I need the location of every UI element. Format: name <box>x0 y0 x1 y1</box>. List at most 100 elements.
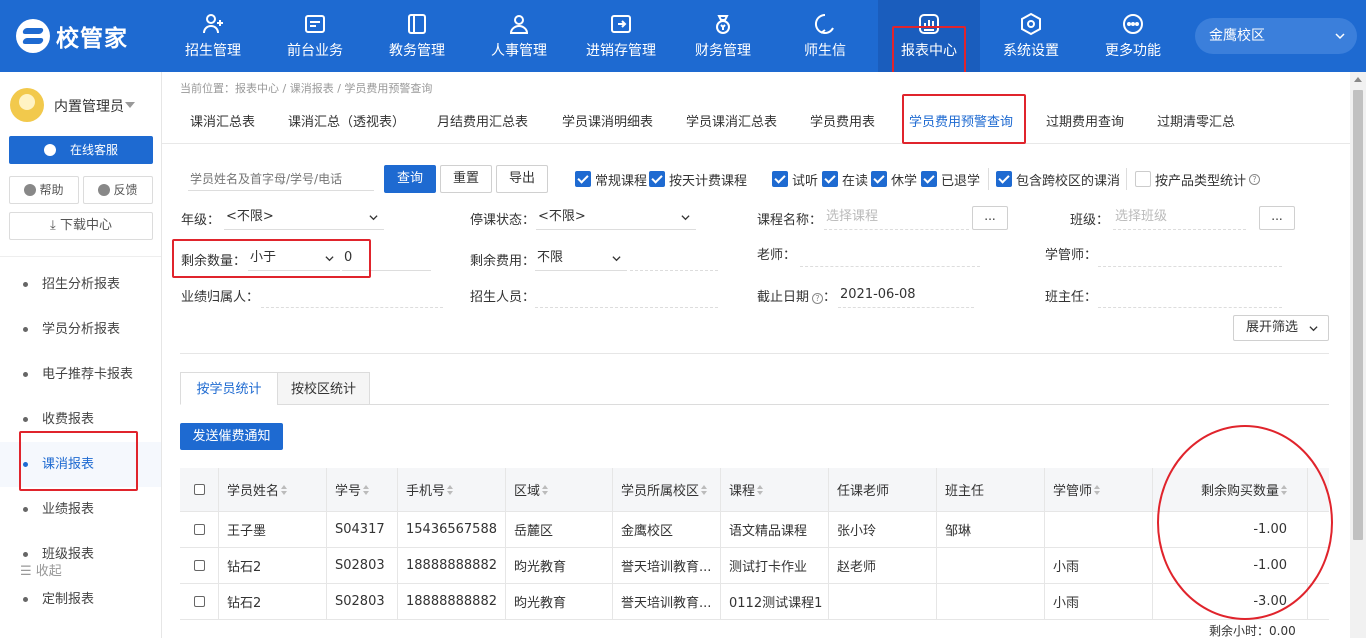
sidebar-item-enrollment-report[interactable]: 招生分析报表 <box>0 262 161 307</box>
caret-down-icon[interactable] <box>125 102 135 108</box>
search-input[interactable] <box>188 167 374 191</box>
header-label: 学号 <box>335 484 362 499</box>
nav-report-center[interactable]: 报表中心 <box>878 0 980 72</box>
user-name[interactable]: 内置管理员 <box>54 96 124 116</box>
table-row[interactable]: 王子墨 S04317 15436567588 岳麓区 金鹰校区 语文精品课程 张… <box>180 512 1329 548</box>
scroll-up-arrow-icon[interactable] <box>1354 77 1362 82</box>
scrollbar-thumb[interactable] <box>1353 90 1363 540</box>
page-scrollbar[interactable] <box>1350 72 1366 638</box>
tab-expired-clear-summary[interactable]: 过期清零汇总 <box>1157 102 1235 144</box>
header-student-name[interactable]: 学员姓名 <box>218 468 326 511</box>
header-remaining-quantity[interactable]: 剩余购买数量 <box>1152 468 1307 511</box>
tab-by-campus[interactable]: 按校区统计 <box>277 372 370 405</box>
nav-inventory[interactable]: 进销存管理 <box>570 0 672 72</box>
head-teacher-field[interactable] <box>1098 282 1282 308</box>
reset-button[interactable]: 重置 <box>440 165 492 193</box>
help-button[interactable]: 帮助 <box>9 176 79 204</box>
checkbox-suspended[interactable]: 休学 <box>871 170 917 189</box>
download-center-button[interactable]: ⤓ 下载中心 <box>9 212 153 240</box>
suspend-status-select[interactable]: <不限> <box>536 204 696 230</box>
sidebar-item-referral-card-report[interactable]: 电子推荐卡报表 <box>0 352 161 397</box>
checkbox-daily-billing[interactable]: 按天计费课程 <box>649 170 747 189</box>
checkbox-by-product-type[interactable]: 按产品类型统计? <box>1135 170 1261 189</box>
remaining-fee-value-field[interactable] <box>630 245 718 271</box>
row-select-cell <box>180 548 218 583</box>
header-student-id[interactable]: 学号 <box>326 468 397 511</box>
nav-messages[interactable]: 师生信 <box>774 0 876 72</box>
tab-by-student[interactable]: 按学员统计 <box>180 372 278 405</box>
remaining-quantity-operator[interactable]: 小于 <box>248 245 340 271</box>
send-payment-reminder-button[interactable]: 发送催费通知 <box>180 423 283 450</box>
nav-hr[interactable]: 人事管理 <box>468 0 570 72</box>
course-picker-button[interactable]: ... <box>972 206 1008 230</box>
checkbox-checked-icon <box>822 171 838 187</box>
class-picker-button[interactable]: ... <box>1259 206 1295 230</box>
performance-owner-field[interactable] <box>261 282 443 308</box>
deadline-date-field[interactable]: 2021-06-08 <box>838 282 974 308</box>
sidebar-item-fee-report[interactable]: 收费报表 <box>0 397 161 442</box>
export-button[interactable]: 导出 <box>496 165 548 193</box>
remaining-quantity-value[interactable]: 0 <box>342 245 431 271</box>
tab-student-fee[interactable]: 学员费用表 <box>810 102 875 144</box>
checkbox-withdrawn[interactable]: 已退学 <box>921 170 980 189</box>
tab-consumption-pivot[interactable]: 课消汇总（透视表） <box>288 102 405 144</box>
sidebar-item-student-report[interactable]: 学员分析报表 <box>0 307 161 352</box>
nav-more[interactable]: 更多功能 <box>1082 0 1184 72</box>
help-icon[interactable]: ? <box>1249 173 1261 185</box>
checkbox-enrolled[interactable]: 在读 <box>822 170 868 189</box>
nav-enrollment[interactable]: 招生管理 <box>162 0 264 72</box>
avatar[interactable] <box>10 88 44 122</box>
row-checkbox[interactable] <box>193 524 205 535</box>
tab-consumption-summary[interactable]: 课消汇总表 <box>190 102 255 144</box>
sidebar-item-consumption-report[interactable]: 课消报表 <box>0 442 161 487</box>
nav-settings[interactable]: 系统设置 <box>980 0 1082 72</box>
cell-remaining-quantity: -1.00 <box>1152 512 1307 547</box>
course-name-field[interactable]: 选择课程 <box>824 204 969 230</box>
sidebar-item-performance-report[interactable]: 业绩报表 <box>0 487 161 532</box>
header-region[interactable]: 区域 <box>505 468 612 511</box>
row-checkbox[interactable] <box>193 596 205 607</box>
tab-student-fee-warning[interactable]: 学员费用预警查询 <box>909 102 1014 144</box>
tab-expired-fee[interactable]: 过期费用查询 <box>1046 102 1124 144</box>
tab-monthly-fee-summary[interactable]: 月结费用汇总表 <box>437 102 528 144</box>
nav-academic[interactable]: 教务管理 <box>366 0 468 72</box>
expand-filter-button[interactable]: 展开筛选 <box>1233 315 1329 341</box>
campus-selector[interactable]: 金鹰校区 <box>1195 18 1357 54</box>
sidebar-item-custom-report[interactable]: 定制报表 <box>0 577 161 622</box>
table-row[interactable]: 钻石2 S02803 18888888882 昀光教育 誉天培训教育... 01… <box>180 584 1329 620</box>
checkbox-checked-icon <box>649 171 665 187</box>
collapse-label: 收起 <box>35 564 62 579</box>
header-course[interactable]: 课程 <box>720 468 828 511</box>
checkbox-cross-campus[interactable]: 包含跨校区的课消 <box>996 170 1120 189</box>
table-summary: 剩余小时：0.00 <box>1209 624 1296 638</box>
feedback-button[interactable]: 反馈 <box>83 176 153 204</box>
header-manager[interactable]: 学管师 <box>1044 468 1152 511</box>
nav-front-desk[interactable]: 前台业务 <box>264 0 366 72</box>
header-phone[interactable]: 手机号 <box>397 468 505 511</box>
teacher-field[interactable] <box>800 241 980 267</box>
table-row[interactable]: 钻石2 S02803 18888888882 昀光教育 誉天培训教育... 测试… <box>180 548 1329 584</box>
nav-finance[interactable]: 财务管理 <box>672 0 774 72</box>
checkbox-regular-course[interactable]: 常规课程 <box>575 170 647 189</box>
cell-student-name: 钻石2 <box>218 548 326 583</box>
grade-select[interactable]: <不限> <box>224 204 384 230</box>
query-button[interactable]: 查询 <box>384 165 436 193</box>
main-content: 当前位置：报表中心 / 课消报表 / 学员费用预警查询 课消汇总表 课消汇总（透… <box>162 72 1350 638</box>
remaining-fee-label: 剩余费用： <box>470 254 536 269</box>
app-logo[interactable]: 校管家 <box>16 18 128 54</box>
header-campus[interactable]: 学员所属校区 <box>612 468 720 511</box>
sidebar-collapse[interactable]: ☰ 收起 <box>20 560 62 579</box>
suspend-status-value: <不限> <box>538 209 586 224</box>
class-field[interactable]: 选择班级 <box>1113 204 1246 230</box>
remaining-fee-select[interactable]: 不限 <box>535 245 627 271</box>
tab-student-consumption-summary[interactable]: 学员课消汇总表 <box>686 102 777 144</box>
tab-student-consumption-detail[interactable]: 学员课消明细表 <box>562 102 653 144</box>
checkbox-checked-icon <box>772 171 788 187</box>
row-checkbox[interactable] <box>193 560 205 571</box>
online-service-button[interactable]: 在线客服 <box>9 136 153 164</box>
select-all-checkbox[interactable] <box>193 484 205 495</box>
recruiter-field[interactable] <box>535 282 718 308</box>
student-manager-field[interactable] <box>1098 241 1282 267</box>
help-icon[interactable]: ? <box>812 293 824 304</box>
checkbox-trial[interactable]: 试听 <box>772 170 818 189</box>
